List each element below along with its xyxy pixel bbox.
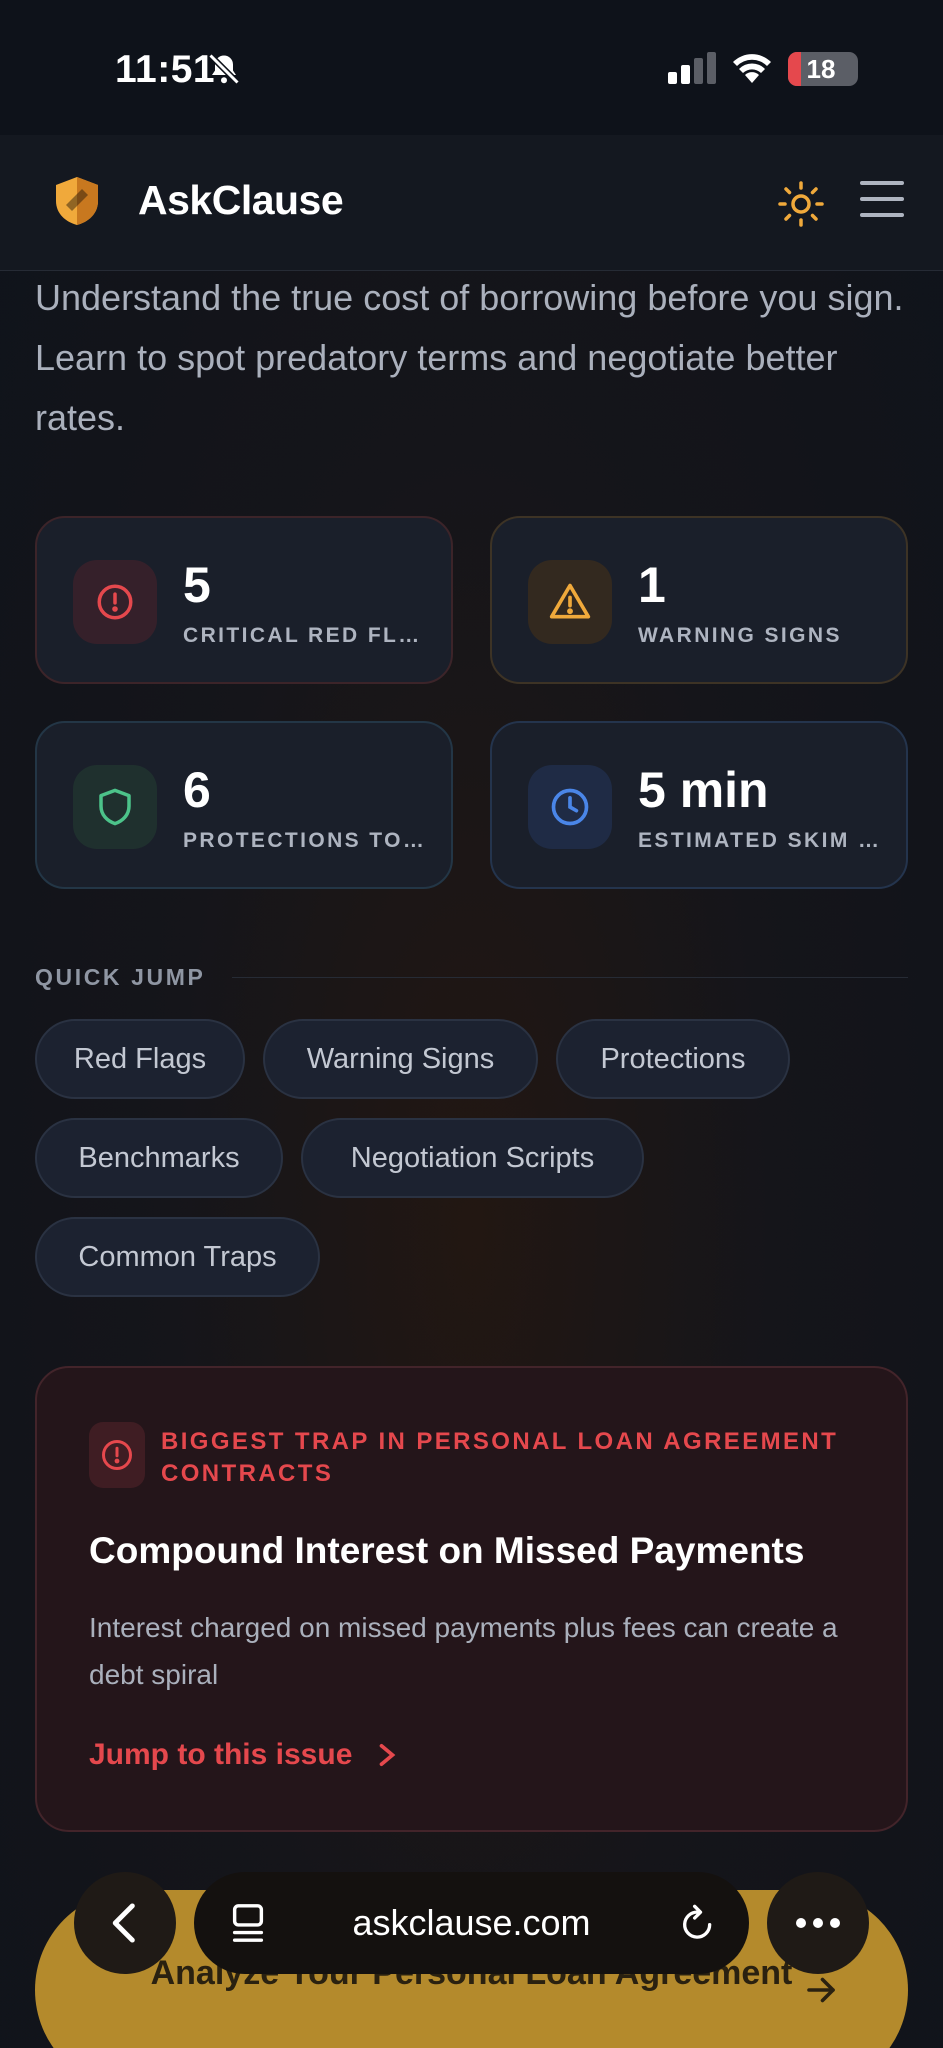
stat-icon-box xyxy=(73,560,157,644)
chip-protections[interactable]: Protections xyxy=(556,1019,790,1099)
stat-icon-box xyxy=(528,560,612,644)
quick-jump-divider xyxy=(232,977,908,978)
stat-value: 1 xyxy=(638,557,666,613)
chevron-left-icon xyxy=(112,1903,135,1943)
stat-card-skim-time[interactable]: 5 min ESTIMATED SKIM TIME xyxy=(490,721,908,889)
trap-eyebrow: BIGGEST TRAP IN PERSONAL LOAN AGREEMENT … xyxy=(161,1428,839,1487)
quick-jump-title: QUICK JUMP xyxy=(35,964,206,990)
brand-name[interactable]: AskClause xyxy=(138,177,344,224)
alert-circle-icon xyxy=(102,1440,132,1470)
more-dots-icon xyxy=(796,1918,840,1928)
stat-value: 5 min xyxy=(638,762,769,818)
trap-title: Compound Interest on Missed Payments xyxy=(89,1530,805,1571)
alert-circle-icon xyxy=(97,584,133,620)
battery-percent: 18 xyxy=(806,54,836,84)
jump-to-issue-link[interactable]: Jump to this issue xyxy=(89,1738,398,1772)
browser-url-bar[interactable]: askclause.com xyxy=(194,1872,749,1974)
chip-warning-signs[interactable]: Warning Signs xyxy=(263,1019,538,1099)
hamburger-menu-icon[interactable] xyxy=(860,181,904,221)
stat-icon-box xyxy=(528,765,612,849)
chevron-right-icon xyxy=(380,1744,396,1766)
battery-indicator: 18 xyxy=(788,52,858,86)
chip-common-traps[interactable]: Common Traps xyxy=(35,1217,320,1297)
intro-text: Understand the true cost of borrowing be… xyxy=(35,277,904,438)
stat-icon-box xyxy=(73,765,157,849)
cellular-signal-icon xyxy=(668,52,716,84)
trap-description: Interest charged on missed payments plus… xyxy=(89,1612,838,1690)
trap-icon-box xyxy=(89,1422,145,1488)
stat-label: PROTECTIONS TO KNOW xyxy=(183,829,431,852)
browser-back-button[interactable] xyxy=(74,1872,176,1974)
battery-nub xyxy=(852,62,857,76)
biggest-trap-card: BIGGEST TRAP IN PERSONAL LOAN AGREEMENT … xyxy=(35,1366,908,1832)
clock-icon xyxy=(551,788,589,826)
stat-value: 6 xyxy=(183,762,211,818)
sun-icon[interactable] xyxy=(776,179,826,229)
chip-benchmarks[interactable]: Benchmarks xyxy=(35,1118,283,1198)
stat-value: 5 xyxy=(183,557,211,613)
chip-negotiation-scripts[interactable]: Negotiation Scripts xyxy=(301,1118,644,1198)
reload-icon[interactable] xyxy=(678,1902,718,1944)
jump-to-issue-label: Jump to this issue xyxy=(89,1738,353,1771)
status-time: 11:51 xyxy=(115,48,216,91)
status-bar: 11:51 18 xyxy=(0,0,943,135)
warning-triangle-icon xyxy=(549,583,591,619)
stat-label: WARNING SIGNS xyxy=(638,624,842,647)
browser-more-button[interactable] xyxy=(767,1872,869,1974)
site-header: AskClause xyxy=(0,135,943,271)
arrow-right-icon xyxy=(807,1977,835,2003)
bell-muted-icon xyxy=(208,53,240,85)
chip-red-flags[interactable]: Red Flags xyxy=(35,1019,245,1099)
wifi-icon xyxy=(733,54,771,83)
browser-url-text: askclause.com xyxy=(352,1902,591,1943)
stat-card-protections[interactable]: 6 PROTECTIONS TO KNOW xyxy=(35,721,453,889)
stat-card-warning-signs[interactable]: 1 WARNING SIGNS xyxy=(490,516,908,684)
stat-label: ESTIMATED SKIM TIME xyxy=(638,829,886,852)
shield-icon xyxy=(99,788,131,826)
shield-logo-icon[interactable] xyxy=(52,175,102,227)
stat-label: CRITICAL RED FLAGS xyxy=(183,624,431,647)
stat-card-red-flags[interactable]: 5 CRITICAL RED FLAGS xyxy=(35,516,453,684)
